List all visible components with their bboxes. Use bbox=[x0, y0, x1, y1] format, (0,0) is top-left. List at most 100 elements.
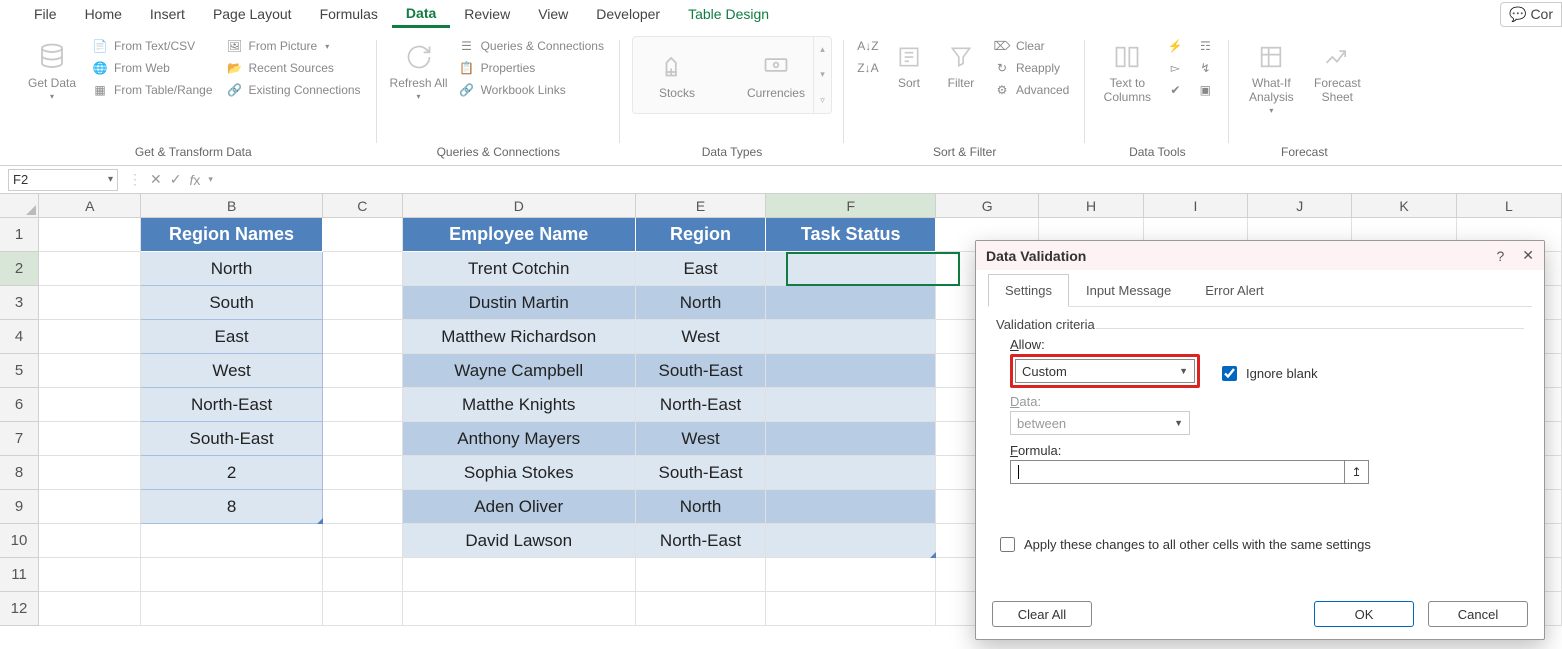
currencies-type[interactable]: Currencies bbox=[747, 51, 805, 100]
cell-B5[interactable]: West bbox=[141, 354, 322, 388]
allow-select[interactable]: Custom ▼ bbox=[1015, 359, 1195, 383]
name-box[interactable]: F2 ▾ bbox=[8, 169, 118, 191]
cell-E9[interactable]: North bbox=[636, 490, 767, 524]
ignore-blank-check[interactable]: Ignore blank bbox=[1218, 363, 1318, 384]
cell-D2[interactable]: Trent Cotchin bbox=[403, 252, 636, 286]
cell-E11[interactable] bbox=[636, 558, 767, 592]
row-header-5[interactable]: 5 bbox=[0, 354, 39, 388]
reapply-button[interactable]: ↻Reapply bbox=[990, 58, 1073, 78]
cell-E1[interactable]: Region bbox=[636, 218, 767, 252]
row-header-6[interactable]: 6 bbox=[0, 388, 39, 422]
text-to-columns-button[interactable]: Text to Columns bbox=[1097, 36, 1157, 104]
cell-C11[interactable] bbox=[323, 558, 403, 592]
cell-D1[interactable]: Employee Name bbox=[403, 218, 636, 252]
cell-C1[interactable] bbox=[323, 218, 403, 252]
cell-C8[interactable] bbox=[323, 456, 403, 490]
row-header-10[interactable]: 10 bbox=[0, 524, 39, 558]
cell-D11[interactable] bbox=[403, 558, 636, 592]
cell-E5[interactable]: South-East bbox=[636, 354, 767, 388]
ignore-blank-checkbox[interactable] bbox=[1222, 366, 1237, 381]
cell-B6[interactable]: North-East bbox=[141, 388, 322, 422]
recent-sources-button[interactable]: 📂Recent Sources bbox=[223, 58, 365, 78]
cell-B11[interactable] bbox=[141, 558, 322, 592]
cell-D7[interactable]: Anthony Mayers bbox=[403, 422, 636, 456]
cell-C3[interactable] bbox=[323, 286, 403, 320]
col-header-A[interactable]: A bbox=[39, 194, 141, 217]
cell-A8[interactable] bbox=[39, 456, 141, 490]
sort-desc-button[interactable]: Z↓A bbox=[856, 58, 880, 78]
apply-changes-check[interactable]: Apply these changes to all other cells w… bbox=[996, 534, 1524, 555]
dialog-titlebar[interactable]: Data Validation ? ✕ bbox=[976, 241, 1544, 270]
cell-C4[interactable] bbox=[323, 320, 403, 354]
cell-B7[interactable]: South-East bbox=[141, 422, 322, 456]
col-header-I[interactable]: I bbox=[1144, 194, 1248, 217]
apply-changes-checkbox[interactable] bbox=[1000, 537, 1015, 552]
tab-error-alert[interactable]: Error Alert bbox=[1188, 274, 1281, 306]
cell-B1[interactable]: Region Names bbox=[141, 218, 322, 252]
menu-home[interactable]: Home bbox=[71, 2, 136, 26]
properties-button[interactable]: 📋Properties bbox=[455, 58, 608, 78]
row-header-9[interactable]: 9 bbox=[0, 490, 39, 524]
clear-filter-button[interactable]: ⌦Clear bbox=[990, 36, 1073, 56]
cell-B12[interactable] bbox=[141, 592, 322, 626]
cancel-button[interactable]: Cancel bbox=[1428, 601, 1528, 627]
cell-D8[interactable]: Sophia Stokes bbox=[403, 456, 636, 490]
row-header-8[interactable]: 8 bbox=[0, 456, 39, 490]
cell-D9[interactable]: Aden Oliver bbox=[403, 490, 636, 524]
cell-E7[interactable]: West bbox=[636, 422, 767, 456]
cell-A3[interactable] bbox=[39, 286, 141, 320]
cell-A4[interactable] bbox=[39, 320, 141, 354]
queries-connections-button[interactable]: ☰Queries & Connections bbox=[455, 36, 608, 56]
sort-asc-button[interactable]: A↓Z bbox=[856, 36, 880, 56]
col-header-E[interactable]: E bbox=[636, 194, 767, 217]
cell-C12[interactable] bbox=[323, 592, 403, 626]
cell-D5[interactable]: Wayne Campbell bbox=[403, 354, 636, 388]
collapse-dialog-icon[interactable]: ↥ bbox=[1345, 460, 1369, 484]
cell-B4[interactable]: East bbox=[141, 320, 322, 354]
what-if-analysis-button[interactable]: What-If Analysis ▾ bbox=[1241, 36, 1301, 115]
col-header-C[interactable]: C bbox=[323, 194, 403, 217]
cell-D12[interactable] bbox=[403, 592, 636, 626]
menu-formulas[interactable]: Formulas bbox=[306, 2, 392, 26]
col-header-B[interactable]: B bbox=[141, 194, 322, 217]
cell-C5[interactable] bbox=[323, 354, 403, 388]
col-header-F[interactable]: F bbox=[766, 194, 936, 217]
filter-button[interactable]: Filter bbox=[938, 36, 984, 90]
refresh-all-button[interactable]: Refresh All ▾ bbox=[389, 36, 449, 101]
cell-A1[interactable] bbox=[39, 218, 141, 252]
col-header-H[interactable]: H bbox=[1039, 194, 1143, 217]
menu-page-layout[interactable]: Page Layout bbox=[199, 2, 306, 26]
select-all-corner[interactable] bbox=[0, 194, 39, 217]
cell-D6[interactable]: Matthe Knights bbox=[403, 388, 636, 422]
clear-all-button[interactable]: Clear All bbox=[992, 601, 1092, 627]
ok-button[interactable]: OK bbox=[1314, 601, 1414, 627]
from-text-csv-button[interactable]: 📄From Text/CSV bbox=[88, 36, 217, 56]
cancel-formula-icon[interactable]: ✕ bbox=[150, 171, 162, 188]
from-picture-button[interactable]: 🖼From Picture▾ bbox=[223, 36, 365, 56]
cell-B3[interactable]: South bbox=[141, 286, 322, 320]
menu-insert[interactable]: Insert bbox=[136, 2, 199, 26]
cell-E3[interactable]: North bbox=[636, 286, 767, 320]
menu-developer[interactable]: Developer bbox=[582, 2, 674, 26]
cell-B9[interactable]: 8 bbox=[141, 490, 322, 524]
row-header-7[interactable]: 7 bbox=[0, 422, 39, 456]
tab-settings[interactable]: Settings bbox=[988, 274, 1069, 307]
cell-F1[interactable]: Task Status bbox=[766, 218, 936, 252]
relationships-button[interactable]: ↯ bbox=[1193, 58, 1217, 78]
cell-F8[interactable] bbox=[766, 456, 936, 490]
formula-input[interactable] bbox=[1010, 460, 1345, 484]
get-data-button[interactable]: Get Data ▾ bbox=[22, 36, 82, 101]
cell-F9[interactable] bbox=[766, 490, 936, 524]
menu-data[interactable]: Data bbox=[392, 1, 450, 28]
row-header-4[interactable]: 4 bbox=[0, 320, 39, 354]
consolidate-button[interactable]: ☶ bbox=[1193, 36, 1217, 56]
cell-B10[interactable] bbox=[141, 524, 322, 558]
cell-E2[interactable]: East bbox=[636, 252, 767, 286]
tab-input-message[interactable]: Input Message bbox=[1069, 274, 1188, 306]
workbook-links-button[interactable]: 🔗Workbook Links bbox=[455, 80, 608, 100]
cell-E10[interactable]: North-East bbox=[636, 524, 767, 558]
sort-button[interactable]: Sort bbox=[886, 36, 932, 90]
row-header-3[interactable]: 3 bbox=[0, 286, 39, 320]
col-header-L[interactable]: L bbox=[1457, 194, 1562, 217]
cell-F12[interactable] bbox=[766, 592, 936, 626]
